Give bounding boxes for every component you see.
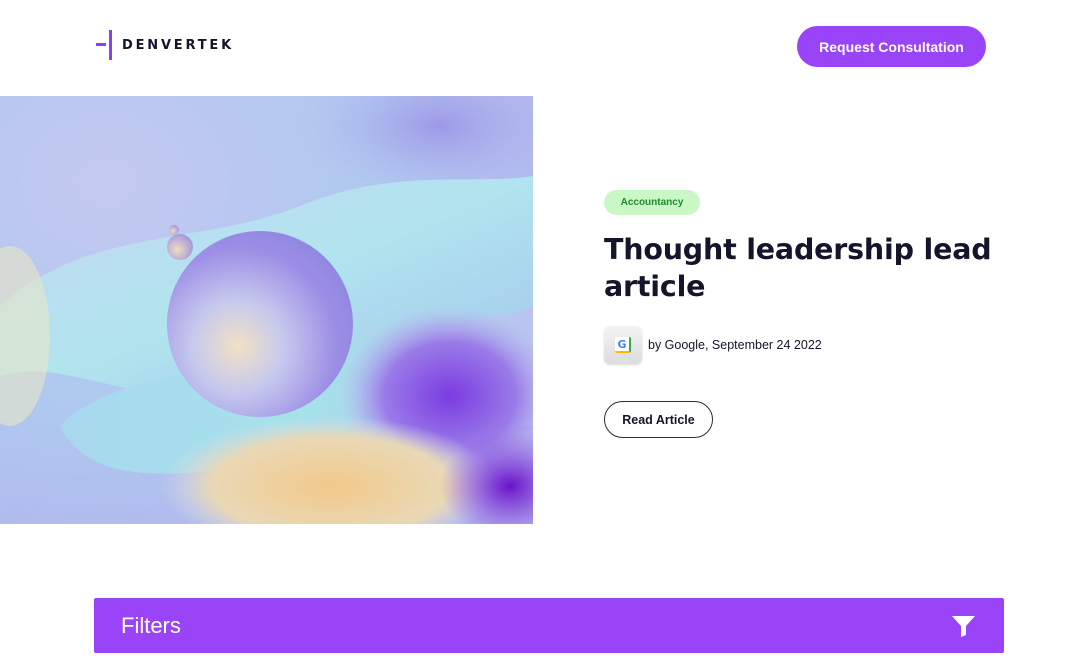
- author-avatar: G: [604, 326, 642, 364]
- filters-label: Filters: [121, 612, 181, 638]
- article-byline: by Google, September 24 2022: [648, 338, 822, 352]
- logo-text: DENVERTEK: [122, 37, 234, 53]
- filter-icon[interactable]: [951, 614, 976, 638]
- hero-image: [0, 96, 533, 524]
- category-tag[interactable]: Accountancy: [604, 190, 700, 215]
- logo[interactable]: DENVERTEK: [96, 30, 234, 60]
- read-article-button[interactable]: Read Article: [604, 401, 713, 438]
- filters-bar[interactable]: Filters: [94, 598, 1004, 653]
- google-logo-icon: G: [615, 337, 631, 353]
- article-title[interactable]: Thought leadership lead article: [604, 231, 1004, 305]
- request-consultation-button[interactable]: Request Consultation: [797, 26, 986, 67]
- page: DENVERTEK Request Consultation Accountan…: [0, 0, 1085, 661]
- logo-mark-icon: [96, 30, 116, 60]
